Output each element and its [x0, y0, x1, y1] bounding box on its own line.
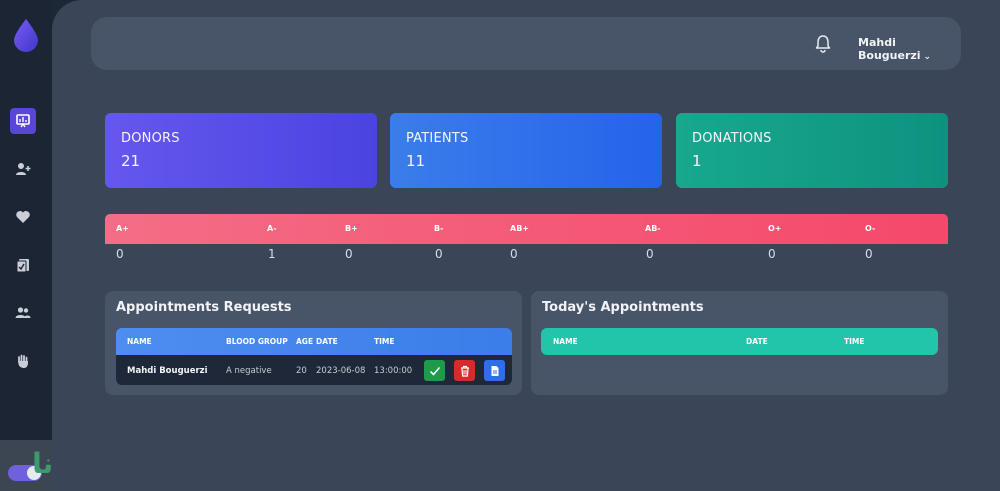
column-header-name: NAME	[127, 337, 152, 346]
patients-count: 11	[406, 152, 426, 170]
blood-group-header: A+ A- B+ B- AB+ AB- O+ O-	[105, 214, 948, 244]
column-header-age: AGE	[296, 337, 314, 346]
request-date: 2023-06-08	[316, 366, 366, 376]
column-header-name: NAME	[553, 337, 578, 346]
patients-card: PATIENTS 11	[390, 113, 662, 188]
donors-count: 21	[121, 152, 141, 170]
chevron-down-icon: ⌄	[923, 52, 932, 62]
dashboard-icon	[16, 114, 30, 128]
column-header-blood-group: BLOOD GROUP	[226, 337, 288, 346]
donations-label: DONATIONS	[692, 131, 772, 146]
appointment-requests-panel: Appointments Requests NAME BLOOD GROUP A…	[105, 291, 522, 395]
sidebar-item-dashboard[interactable]	[10, 108, 36, 134]
main-content: Mahdi Bouguerzi ⌄ DONORS 21 PATIENTS 11 D…	[52, 0, 1000, 491]
blood-group-header-cell: O+	[768, 224, 782, 233]
add-user-icon	[16, 163, 31, 175]
blood-group-count: 0	[116, 247, 124, 261]
appointment-requests-table-header: NAME BLOOD GROUP AGE DATE TIME	[116, 328, 512, 355]
donations-card: DONATIONS 1	[676, 113, 948, 188]
donors-label: DONORS	[121, 131, 180, 146]
blood-group-header-cell: A+	[116, 224, 129, 233]
column-header-date: DATE	[316, 337, 338, 346]
blood-group-count: 0	[345, 247, 353, 261]
sidebar-item-donations[interactable]	[10, 204, 36, 230]
delete-button[interactable]	[454, 360, 475, 381]
donations-count: 1	[692, 152, 702, 170]
bell-icon[interactable]	[814, 34, 832, 53]
blood-group-header-cell: B+	[345, 224, 358, 233]
check-icon	[429, 366, 440, 376]
blood-group-header-cell: A-	[267, 224, 277, 233]
request-blood-group: A negative	[226, 366, 272, 376]
blood-group-header-cell: O-	[865, 224, 876, 233]
sidebar-item-patients[interactable]	[10, 300, 36, 326]
blood-group-count: 0	[768, 247, 776, 261]
trash-icon	[460, 365, 469, 377]
hand-icon	[18, 354, 28, 368]
table-row: Mahdi Bouguerzi A negative 20 2023-06-08…	[116, 355, 512, 385]
patients-label: PATIENTS	[406, 131, 469, 146]
request-age: 20	[296, 366, 307, 376]
todays-appointments-panel: Today's Appointments NAME DATE TIME	[531, 291, 948, 395]
clipboard-icon	[16, 259, 29, 273]
user-menu[interactable]: Mahdi Bouguerzi ⌄	[858, 36, 961, 62]
users-icon	[15, 307, 31, 318]
document-icon	[491, 365, 498, 376]
details-button[interactable]	[484, 360, 505, 381]
top-bar: Mahdi Bouguerzi ⌄	[91, 17, 961, 70]
user-name: Mahdi Bouguerzi	[858, 36, 921, 62]
blood-group-header-cell: AB-	[645, 224, 661, 233]
column-header-time: TIME	[374, 337, 395, 346]
appointment-requests-title: Appointments Requests	[116, 300, 292, 315]
donors-card: DONORS 21	[105, 113, 377, 188]
sidebar-item-volunteer[interactable]	[10, 348, 36, 374]
blood-group-header-cell: AB+	[510, 224, 529, 233]
blood-group-count: 0	[435, 247, 443, 261]
sidebar	[0, 0, 52, 491]
request-name: Mahdi Bouguerzi	[127, 366, 208, 376]
sidebar-item-add-donor[interactable]	[10, 156, 36, 182]
heart-icon	[16, 211, 30, 223]
column-header-time: TIME	[844, 337, 865, 346]
blood-group-count: 0	[510, 247, 518, 261]
blood-group-count: 0	[865, 247, 873, 261]
todays-appointments-table-header: NAME DATE TIME	[541, 328, 938, 355]
blood-group-count: 0	[646, 247, 654, 261]
sidebar-item-requests[interactable]	[10, 252, 36, 278]
request-time: 13:00:00	[374, 366, 413, 376]
blood-drop-logo-icon[interactable]	[12, 18, 40, 52]
todays-appointments-title: Today's Appointments	[542, 300, 704, 315]
approve-button[interactable]	[424, 360, 445, 381]
blood-group-count: 1	[268, 247, 276, 261]
blood-group-header-cell: B-	[434, 224, 444, 233]
column-header-date: DATE	[746, 337, 768, 346]
